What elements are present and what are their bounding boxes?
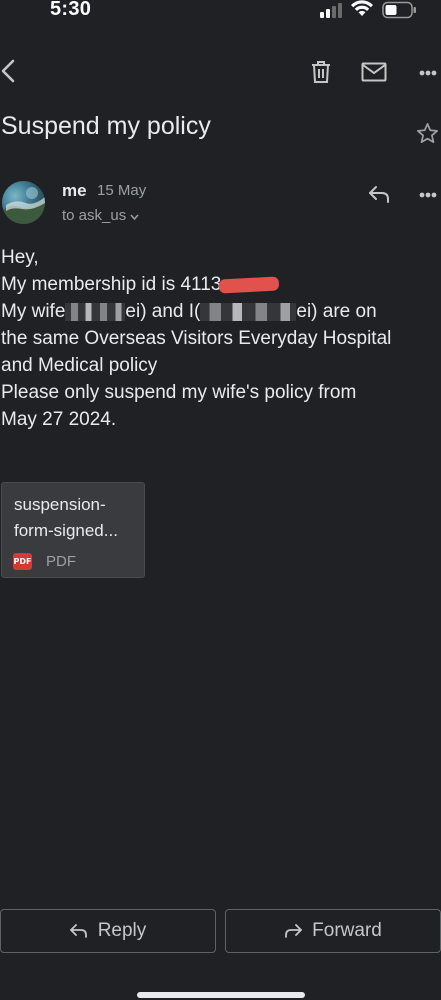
attachment-name: suspension-form-signed... bbox=[14, 495, 118, 540]
email-date: 15 May bbox=[97, 182, 147, 199]
forward-icon bbox=[285, 924, 303, 938]
email-body: Hey, My membership id is 4113 My wife ei)… bbox=[1, 244, 441, 433]
reply-label: Reply bbox=[97, 920, 147, 941]
status-time: 5:30 bbox=[50, 0, 92, 20]
redaction-mark bbox=[200, 302, 297, 321]
body-line: Please only suspend my wife's policy fro… bbox=[1, 382, 357, 403]
reply-button[interactable]: Reply bbox=[0, 909, 216, 953]
membership-text: My membership id is 4113 bbox=[1, 274, 222, 295]
message-more-button[interactable] bbox=[418, 185, 438, 205]
delete-button[interactable] bbox=[310, 60, 332, 84]
sender-name: me bbox=[62, 181, 87, 200]
back-button[interactable] bbox=[0, 58, 20, 84]
back-icon bbox=[1, 59, 15, 83]
body-text-segment: ei) and I( bbox=[125, 301, 201, 322]
more-options-button[interactable] bbox=[418, 62, 438, 84]
body-line: My wife ei) and I( ei) are on bbox=[1, 298, 441, 325]
body-line: the same Overseas Visitors Everyday Hosp… bbox=[1, 328, 392, 349]
more-icon bbox=[419, 70, 437, 76]
chevron-down-icon bbox=[130, 214, 139, 220]
redaction-mark bbox=[65, 302, 126, 321]
star-button[interactable] bbox=[416, 122, 439, 145]
more-icon bbox=[419, 192, 437, 198]
home-indicator bbox=[137, 992, 305, 998]
star-icon bbox=[417, 123, 438, 143]
body-line: Hey, bbox=[1, 247, 39, 268]
email-subject: Suspend my policy bbox=[1, 112, 211, 140]
body-line: My membership id is 4113 bbox=[1, 271, 441, 298]
forward-button[interactable]: Forward bbox=[225, 909, 441, 953]
recipient-label: to ask_us bbox=[62, 207, 127, 224]
attachment-type: PDF bbox=[46, 553, 76, 570]
body-text-segment: My wife bbox=[1, 301, 66, 322]
reply-icon bbox=[69, 924, 87, 938]
delete-icon bbox=[312, 61, 330, 83]
reply-icon bbox=[369, 186, 389, 203]
attachment-card[interactable]: suspension-form-signed... PDF PDF bbox=[1, 482, 145, 578]
signal-icon bbox=[320, 3, 342, 18]
avatar-photo bbox=[2, 187, 45, 224]
body-line: May 27 2024. bbox=[1, 409, 117, 430]
wifi-icon bbox=[351, 0, 373, 16]
mail-icon bbox=[361, 62, 387, 82]
quick-reply-button[interactable] bbox=[368, 185, 390, 203]
recipient-details-toggle[interactable]: to ask_us bbox=[62, 207, 139, 224]
pdf-icon: PDF bbox=[13, 553, 32, 570]
body-line: and Medical policy bbox=[1, 355, 158, 376]
redaction-mark bbox=[219, 276, 280, 294]
mark-unread-button[interactable] bbox=[361, 62, 387, 82]
forward-label: Forward bbox=[312, 920, 382, 941]
battery-icon bbox=[382, 1, 416, 19]
sender-avatar[interactable] bbox=[2, 181, 45, 224]
body-text-segment: ei) are on bbox=[296, 301, 377, 322]
